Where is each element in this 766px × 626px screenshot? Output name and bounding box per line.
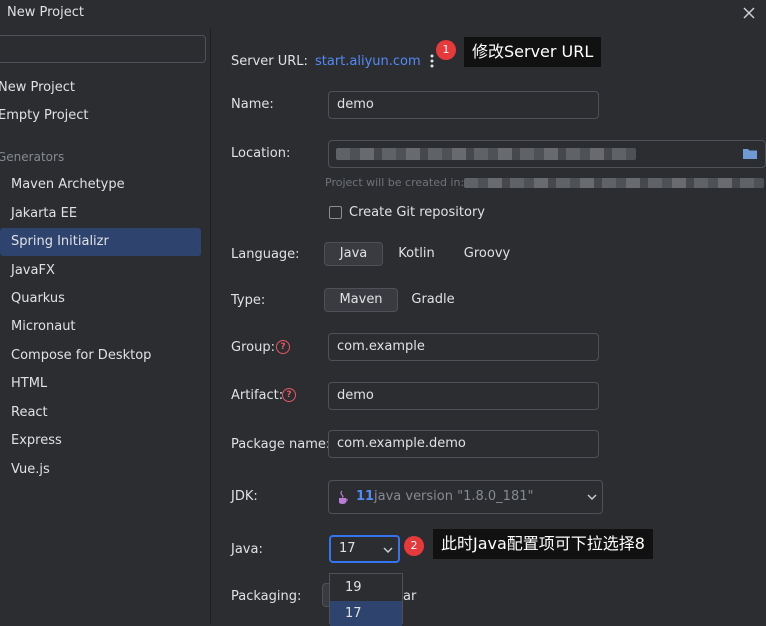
sidebar-item-label: Compose for Desktop: [11, 348, 152, 363]
language-groovy[interactable]: Groovy: [459, 242, 515, 266]
packaging-option-partial[interactable]: ar: [403, 589, 416, 604]
server-url-label: Server URL:: [231, 54, 308, 69]
sidebar-item-label: HTML: [11, 376, 48, 391]
group-label: Group:: [231, 340, 275, 355]
jdk-version: 11: [356, 489, 375, 504]
java-version-dropdown: 19 17: [329, 573, 403, 626]
generators-heading: Generators: [0, 150, 65, 164]
git-checkbox[interactable]: [329, 206, 342, 219]
git-checkbox-label: Create Git repository: [349, 205, 485, 220]
title-bar: [0, 0, 766, 28]
sidebar-item-label: Vue.js: [11, 462, 50, 477]
artifact-input[interactable]: demo: [328, 382, 599, 410]
sidebar-item-label: Quarkus: [11, 291, 65, 306]
artifact-label: Artifact:: [231, 388, 284, 403]
close-icon[interactable]: [740, 4, 758, 22]
package-name-label: Package name:: [231, 437, 331, 452]
location-path-redacted: [336, 148, 636, 160]
sidebar-item-label: JavaFX: [11, 263, 55, 278]
sidebar-item-label: Micronaut: [11, 319, 76, 334]
search-input[interactable]: [0, 35, 206, 63]
type-gradle[interactable]: Gradle: [405, 288, 461, 312]
jdk-detail: java version "1.8.0_181": [374, 489, 534, 504]
sidebar-item-vuejs[interactable]: Vue.js: [0, 456, 201, 484]
artifact-help-icon[interactable]: ?: [282, 388, 296, 402]
sidebar-item-label: Maven Archetype: [11, 177, 125, 192]
sidebar-item-maven-archetype[interactable]: Maven Archetype: [0, 171, 201, 199]
sidebar-item-label: Express: [11, 433, 62, 448]
java-option-19[interactable]: 19: [330, 575, 402, 600]
annotation-callout-2: 此时Java配置项可下拉选择8: [433, 529, 653, 559]
sidebar-item-label: React: [11, 405, 48, 420]
server-url-link[interactable]: start.aliyun.com: [315, 54, 421, 69]
sidebar-item-quarkus[interactable]: Quarkus: [0, 285, 201, 313]
java-cup-icon: [339, 490, 348, 504]
sidebar-item-label: Empty Project: [0, 108, 89, 123]
annotation-badge-1: 1: [436, 40, 456, 60]
java-label: Java:: [231, 542, 263, 557]
sidebar-item-spring-initializr[interactable]: Spring Initializr: [0, 228, 201, 256]
sidebar-item-html[interactable]: HTML: [0, 370, 201, 398]
annotation-callout-1: 修改Server URL: [464, 37, 602, 67]
java-option-17[interactable]: 17: [330, 601, 402, 626]
packaging-label: Packaging:: [231, 589, 302, 604]
sidebar-item-react[interactable]: React: [0, 399, 201, 427]
language-label: Language:: [231, 247, 300, 262]
package-name-input[interactable]: com.example.demo: [328, 430, 599, 458]
location-hint: Project will be created in:: [325, 176, 465, 189]
java-version-select[interactable]: 17: [329, 535, 400, 563]
type-maven[interactable]: Maven: [324, 288, 398, 312]
folder-icon[interactable]: [742, 147, 758, 160]
sidebar-item-label: Spring Initializr: [11, 234, 109, 249]
annotation-badge-2: 2: [404, 536, 424, 556]
location-label: Location:: [231, 146, 291, 161]
sidebar-item-javafx[interactable]: JavaFX: [0, 257, 201, 285]
chevron-down-icon: [587, 494, 597, 500]
window-title: New Project: [7, 5, 84, 20]
language-kotlin[interactable]: Kotlin: [389, 242, 444, 266]
location-hint-path-redacted: [464, 178, 764, 188]
sidebar-item-express[interactable]: Express: [0, 427, 201, 455]
sidebar-item-compose-desktop[interactable]: Compose for Desktop: [0, 342, 201, 370]
sidebar-item-micronaut[interactable]: Micronaut: [0, 313, 201, 341]
name-input[interactable]: demo: [328, 91, 599, 119]
jdk-label: JDK:: [231, 489, 258, 504]
more-options-icon[interactable]: [430, 54, 434, 68]
type-label: Type:: [231, 293, 266, 308]
sidebar-item-label: New Project: [0, 80, 75, 95]
group-input[interactable]: com.example: [328, 333, 599, 361]
java-version-value: 17: [339, 541, 356, 556]
sidebar-item-new-project[interactable]: New Project: [0, 74, 201, 102]
name-label: Name:: [231, 97, 274, 112]
group-help-icon[interactable]: ?: [276, 340, 290, 354]
chevron-down-icon: [383, 547, 393, 553]
jdk-select[interactable]: 11 java version "1.8.0_181": [328, 480, 603, 514]
sidebar-item-label: Jakarta EE: [11, 206, 78, 221]
language-java[interactable]: Java: [324, 242, 383, 266]
sidebar-item-jakarta-ee[interactable]: Jakarta EE: [0, 200, 201, 228]
sidebar-item-empty-project[interactable]: Empty Project: [0, 102, 201, 130]
